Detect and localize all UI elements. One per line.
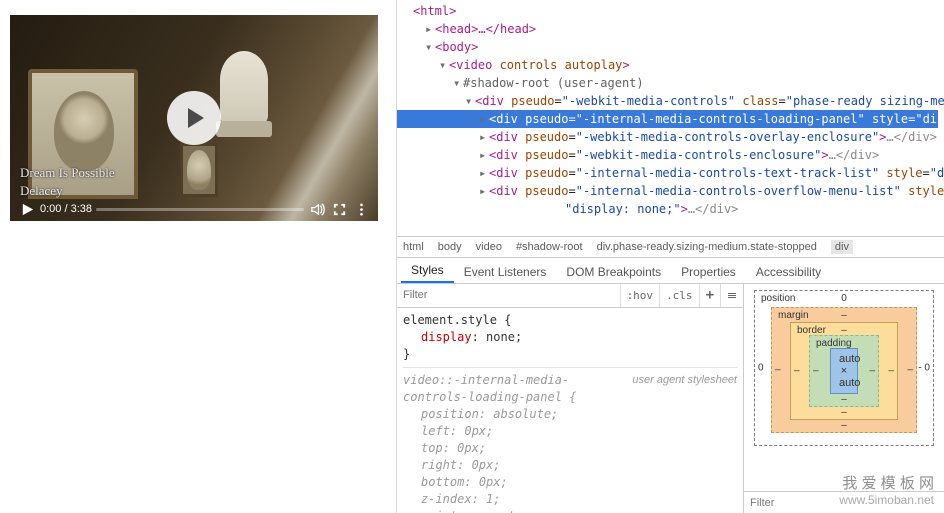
- elements-breadcrumb[interactable]: html body video #shadow-root div.phase-r…: [397, 236, 944, 258]
- play-overlay-button[interactable]: [167, 91, 221, 145]
- box-model-diagram[interactable]: position 0 0 - 0 margin – – – – border: [744, 284, 944, 492]
- dom-node[interactable]: ▸<div pseudo="-internal-media-controls-o…: [403, 182, 938, 218]
- styles-tabs: Styles Event Listeners DOM Breakpoints P…: [397, 258, 944, 284]
- devtools-pane: <html> ▸<head>…</head> ▾<body> ▾<video c…: [396, 0, 944, 513]
- dom-node-selected[interactable]: ▸<div pseudo="-internal-media-controls-l…: [397, 110, 938, 128]
- styles-subpane: :hov .cls + element.style { display: non…: [397, 284, 744, 513]
- fullscreen-icon[interactable]: [330, 200, 348, 218]
- video-caption-title: Dream Is Possible: [20, 165, 115, 181]
- volume-icon[interactable]: [308, 200, 326, 218]
- box-content-label: auto × auto: [830, 348, 858, 394]
- styles-filter-bar: :hov .cls +: [397, 284, 743, 308]
- dom-node[interactable]: ▸<head>…</head>: [403, 20, 938, 38]
- computed-subpane: position 0 0 - 0 margin – – – – border: [744, 284, 944, 513]
- dom-node[interactable]: ▸<div pseudo="-webkit-media-controls-ove…: [403, 128, 938, 146]
- dom-node[interactable]: ▸<div pseudo="-webkit-media-controls-enc…: [403, 146, 938, 164]
- tab-accessibility[interactable]: Accessibility: [746, 261, 831, 283]
- play-icon[interactable]: [18, 200, 36, 218]
- dom-node[interactable]: <html>: [403, 2, 938, 20]
- video-controls-bar: 0:00 / 3:38: [10, 197, 378, 221]
- crumb-item[interactable]: div.phase-ready.sizing-medium.state-stop…: [597, 241, 817, 253]
- hov-toggle-button[interactable]: :hov: [620, 284, 660, 307]
- styles-filter-input[interactable]: [397, 289, 620, 301]
- dom-node[interactable]: ▾<div pseudo="-webkit-media-controls" cl…: [403, 92, 938, 110]
- ua-stylesheet-label: user agent stylesheet: [632, 372, 737, 389]
- tab-properties[interactable]: Properties: [671, 261, 746, 283]
- crumb-item-selected[interactable]: div: [831, 240, 853, 254]
- tab-dom-breakpoints[interactable]: DOM Breakpoints: [556, 261, 671, 283]
- dom-node[interactable]: ▾<video controls autoplay>: [403, 56, 938, 74]
- box-position-label: position: [761, 293, 795, 304]
- elements-dom-tree[interactable]: <html> ▸<head>…</head> ▾<body> ▾<video c…: [397, 0, 944, 236]
- box-padding-label: padding: [816, 338, 852, 349]
- video-time-display: 0:00 / 3:38: [40, 203, 92, 215]
- dom-node[interactable]: ▾<body>: [403, 38, 938, 56]
- new-style-rule-button[interactable]: +: [699, 284, 720, 307]
- tab-styles[interactable]: Styles: [401, 259, 454, 283]
- video-poster-frame: [180, 143, 218, 197]
- crumb-item[interactable]: html: [403, 241, 424, 253]
- video-element[interactable]: Dream Is Possible Delacey 0:00 / 3:38: [10, 15, 378, 221]
- more-icon[interactable]: [352, 200, 370, 218]
- styles-more-button[interactable]: [720, 284, 743, 307]
- crumb-item[interactable]: #shadow-root: [516, 241, 583, 253]
- video-poster-bust: [220, 51, 268, 123]
- video-progress-track[interactable]: [96, 208, 304, 211]
- dom-node[interactable]: ▸<div pseudo="-internal-media-controls-t…: [403, 164, 938, 182]
- computed-filter-input[interactable]: Filter: [744, 491, 944, 513]
- cls-toggle-button[interactable]: .cls: [659, 284, 699, 307]
- dom-shadow-root[interactable]: ▾#shadow-root (user-agent): [403, 74, 938, 92]
- page-preview-pane: Dream Is Possible Delacey 0:00 / 3:38: [0, 0, 396, 513]
- styles-rules[interactable]: element.style { display: none; } user ag…: [397, 308, 743, 513]
- box-margin-label: margin: [778, 310, 809, 321]
- crumb-item[interactable]: video: [476, 241, 502, 253]
- crumb-item[interactable]: body: [438, 241, 462, 253]
- tab-event-listeners[interactable]: Event Listeners: [454, 261, 557, 283]
